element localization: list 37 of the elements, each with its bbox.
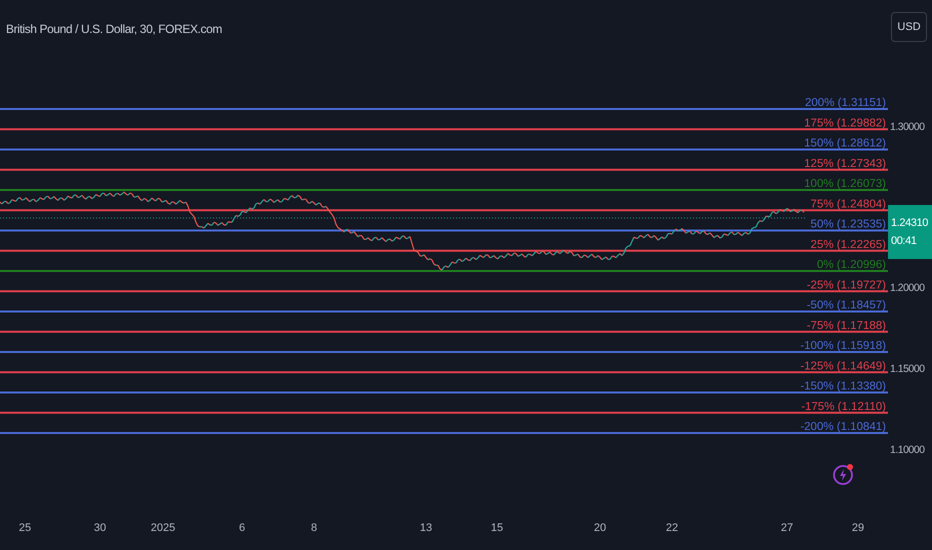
level-label: 75% (1.24804) (810, 198, 886, 210)
time-label: 29 (852, 522, 864, 534)
level-label: -150% (1.13380) (800, 380, 886, 392)
symbol-title: British Pound / U.S. Dollar, 30, FOREX.com (6, 22, 222, 36)
currency-button[interactable]: USD (891, 12, 927, 42)
level-label: 175% (1.29882) (804, 117, 886, 130)
lightning-icon[interactable] (832, 462, 856, 486)
time-label: 13 (420, 522, 432, 534)
price-label: 1.30000 (890, 121, 924, 133)
level-label: 50% (1.23535) (810, 218, 886, 230)
level-label: -100% (1.15918) (800, 340, 886, 352)
level-label: 150% (1.28612) (804, 138, 886, 150)
time-label: 22 (666, 522, 678, 534)
time-label: 8 (310, 522, 318, 534)
time-label: 30 (94, 522, 106, 534)
time-label: 2025 (150, 522, 176, 534)
level-label: 125% (1.27343) (804, 158, 886, 170)
time-label: 20 (594, 522, 606, 534)
level-label: 100% (1.26073) (804, 178, 886, 190)
time-label: 27 (780, 522, 794, 534)
level-label: -50% (1.18457) (806, 300, 886, 312)
price-label: 1.10000 (890, 444, 924, 456)
level-label: -200% (1.10841) (800, 421, 886, 433)
level-label: -125% (1.14649) (800, 360, 886, 372)
time-label: 25 (18, 522, 32, 534)
level-label: -75% (1.17188) (806, 320, 886, 332)
price-label: 1.15000 (890, 363, 924, 375)
current-price: 1.24310 (891, 217, 929, 229)
price-label: 1.20000 (890, 282, 924, 294)
level-label: -175% (1.12110) (801, 400, 886, 413)
level-label: 0% (1.20996) (816, 259, 886, 271)
level-label: 200% (1.31151) (805, 97, 886, 109)
level-label: -25% (1.19727) (806, 279, 886, 292)
time-label: 15 (490, 522, 504, 534)
bar-countdown: 00:41 (891, 235, 918, 247)
time-label: 6 (238, 522, 246, 534)
level-label: 25% (1.22265) (810, 238, 886, 251)
